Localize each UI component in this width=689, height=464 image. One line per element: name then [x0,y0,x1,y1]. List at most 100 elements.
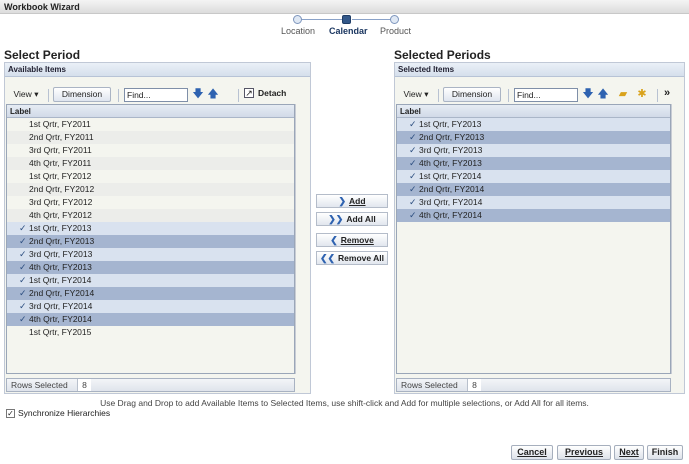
right-find-input[interactable]: Find... [514,88,578,102]
list-item-label: 1st Qrtr, FY2015 [29,327,92,337]
list-item[interactable]: ✓ 3rd Qrtr, FY2014 [7,300,294,313]
list-item[interactable]: 4th Qrtr, FY2012 [7,209,294,222]
check-icon: ✓ [409,119,417,129]
arrow-down-icon[interactable]: 🡇 [582,88,594,100]
list-item[interactable]: ✓ 2nd Qrtr, FY2014 [7,287,294,300]
list-item-label: 1st Qrtr, FY2013 [419,119,482,129]
list-item[interactable]: ✓ 4th Qrtr, FY2014 [7,313,294,326]
check-icon[interactable]: ✓ [6,409,15,419]
train-step-location-dot[interactable] [293,15,302,24]
arrow-down-icon[interactable]: 🡇 [192,88,204,100]
list-item-label: 3rd Qrtr, FY2014 [419,197,483,207]
check-icon: ✓ [19,236,27,246]
list-item-label: 3rd Qrtr, FY2012 [29,197,93,207]
list-item-label: 3rd Qrtr, FY2013 [419,145,483,155]
list-item[interactable]: ✓ 1st Qrtr, FY2014 [7,274,294,287]
rows-selected-label: Rows Selected [11,380,68,390]
add-button[interactable]: ❯ Add [316,194,388,208]
check-icon: ✓ [19,262,27,272]
list-item-label: 4th Qrtr, FY2014 [419,210,482,220]
add-all-button[interactable]: ❯❯ Add All [316,212,388,226]
list-item[interactable]: ✓ 2nd Qrtr, FY2013 [7,235,294,248]
train-step-location[interactable]: Location [281,26,315,36]
list-item-label: 3rd Qrtr, FY2013 [29,249,93,259]
train-connector [298,19,346,20]
detach-button[interactable]: Detach [258,88,286,98]
check-icon: ✓ [19,288,27,298]
left-view-menu[interactable]: View ▾ [8,87,44,102]
selected-items-rows: ✓ 1st Qrtr, FY2013 ✓ 2nd Qrtr, FY2013 ✓ 3rd Q… [397,118,670,222]
toolbar-separator [118,89,119,102]
right-dimension-button[interactable]: Dimension [443,87,501,102]
right-view-menu[interactable]: View ▾ [398,87,434,102]
left-scrollbar[interactable] [295,104,296,374]
detach-icon[interactable]: ↗ [244,88,254,98]
list-item[interactable]: 1st Qrtr, FY2015 [7,326,294,339]
list-item[interactable]: ✓ 1st Qrtr, FY2013 [7,222,294,235]
train-step-calendar-dot [342,15,351,24]
list-item-label: 4th Qrtr, FY2011 [29,158,92,168]
list-item[interactable]: 2nd Qrtr, FY2012 [7,183,294,196]
left-dimension-button[interactable]: Dimension [53,87,111,102]
selected-items-list: Label ✓ 1st Qrtr, FY2013 ✓ 2nd Qrtr, FY2013… [396,104,671,374]
folder-icon[interactable]: ▰ [617,88,629,100]
remove-button[interactable]: ❮ Remove [316,233,388,247]
cancel-button[interactable]: Cancel [511,445,553,460]
rows-selected-label: Rows Selected [401,380,458,390]
instruction-hint: Use Drag and Drop to add Available Items… [100,398,589,408]
left-find-input[interactable]: Find... [124,88,188,102]
list-item[interactable]: 3rd Qrtr, FY2011 [7,144,294,157]
list-item[interactable]: 4th Qrtr, FY2011 [7,157,294,170]
list-item[interactable]: ✓ 3rd Qrtr, FY2013 [7,248,294,261]
left-toolbar: View ▾ Dimension Find... 🡇 🡅 ↗ Detach [8,87,308,105]
list-item[interactable]: 1st Qrtr, FY2012 [7,170,294,183]
list-item-label: 1st Qrtr, FY2012 [29,171,92,181]
list-item[interactable]: ✓ 2nd Qrtr, FY2013 [397,131,670,144]
right-toolbar: View ▾ Dimension Find... 🡇 🡅 ▰ ✱ » [398,87,683,105]
check-icon: ✓ [19,301,27,311]
list-item[interactable]: 1st Qrtr, FY2011 [7,118,294,131]
list-item[interactable]: 2nd Qrtr, FY2011 [7,131,294,144]
list-item[interactable]: ✓ 3rd Qrtr, FY2013 [397,144,670,157]
list-item[interactable]: ✓ 1st Qrtr, FY2013 [397,118,670,131]
train-step-product[interactable]: Product [380,26,411,36]
arrow-up-icon[interactable]: 🡅 [207,88,219,100]
list-item-label: 2nd Qrtr, FY2013 [419,132,485,142]
train-connector [352,19,394,20]
left-panel-title: Select Period [4,48,81,62]
train-step-calendar: Calendar [329,26,368,36]
next-button[interactable]: Next [614,445,644,460]
synchronize-hierarchies-checkbox[interactable]: ✓ Synchronize Hierarchies [6,408,111,419]
train-step-product-dot[interactable] [390,15,399,24]
list-item[interactable]: ✓ 1st Qrtr, FY2014 [397,170,670,183]
list-item[interactable]: ✓ 4th Qrtr, FY2014 [397,209,670,222]
column-header-label[interactable]: Label [7,105,294,118]
column-header-label[interactable]: Label [397,105,670,118]
double-chevron-left-icon: ❮❮ [319,253,336,263]
list-item-label: 4th Qrtr, FY2012 [29,210,92,220]
chevron-right-icon: ❯ [338,196,346,206]
more-toolbar-button[interactable]: » [664,87,670,99]
synchronize-hierarchies-label: Synchronize Hierarchies [18,408,111,418]
check-icon: ✓ [409,145,417,155]
list-item-label: 1st Qrtr, FY2013 [29,223,92,233]
right-status-bar: Rows Selected 8 [396,378,671,392]
list-item[interactable]: ✓ 4th Qrtr, FY2013 [397,157,670,170]
arrow-up-icon[interactable]: 🡅 [597,88,609,100]
right-scrollbar[interactable] [671,104,672,374]
list-item[interactable]: ✓ 4th Qrtr, FY2013 [7,261,294,274]
list-item[interactable]: ✓ 2nd Qrtr, FY2014 [397,183,670,196]
list-item-label: 2nd Qrtr, FY2011 [29,132,94,142]
previous-button[interactable]: Previous [557,445,611,460]
finish-button[interactable]: Finish [647,445,683,460]
remove-all-button[interactable]: ❮❮ Remove All [316,251,388,265]
toolbar-separator [438,89,439,102]
double-chevron-right-icon: ❯❯ [328,214,344,224]
toolbar-separator [657,89,658,102]
list-item-label: 2nd Qrtr, FY2012 [29,184,95,194]
list-item[interactable]: 3rd Qrtr, FY2012 [7,196,294,209]
list-item-label: 1st Qrtr, FY2011 [29,119,91,129]
favorite-star-icon[interactable]: ✱ [636,88,648,100]
list-item[interactable]: ✓ 3rd Qrtr, FY2014 [397,196,670,209]
check-icon: ✓ [19,223,27,233]
